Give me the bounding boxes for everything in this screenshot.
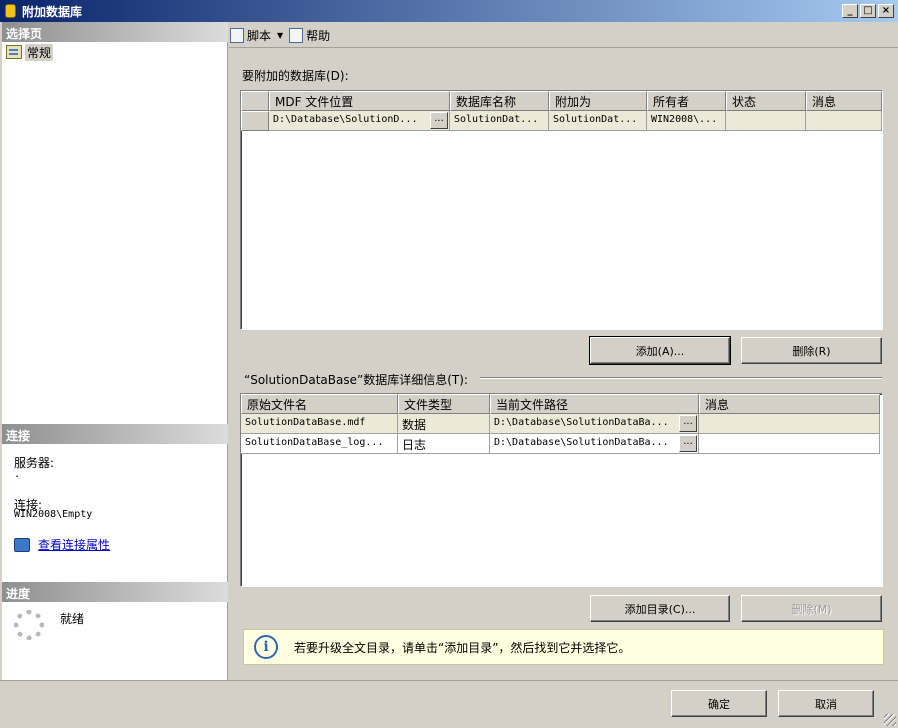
select-page-header: 选择页 [2,22,228,42]
properties-page-icon [6,45,22,59]
current-path-cell[interactable]: D:\Database\SolutionDataBa... ... [490,414,699,434]
table-row[interactable]: SolutionDataBase.mdf 数据 D:\Database\Solu… [241,414,880,434]
script-icon [230,27,244,43]
column-header[interactable]: 数据库名称 [450,91,549,111]
column-header[interactable]: 文件类型 [398,394,490,414]
message-cell [806,111,882,131]
table-row[interactable]: D:\Database\SolutionD... ... SolutionDat… [241,111,882,131]
mdf-location-value: D:\Database\SolutionD... [273,114,418,125]
status-cell [726,111,806,131]
page-item-label: 常规 [25,43,54,61]
close-button[interactable]: × [878,4,894,18]
progress-header: 进度 [2,582,228,602]
ok-button[interactable]: 确定 [671,690,767,717]
column-header[interactable]: 附加为 [549,91,647,111]
script-button[interactable]: 脚本 ▼ [230,27,283,44]
view-connection-link[interactable]: 查看连接属性 [38,536,110,553]
server-value: . [14,469,21,480]
window-title: 附加数据库 [22,5,83,19]
info-bar: i 若要升级全文目录，请单击“添加目录”，然后找到它并选择它。 [243,629,884,665]
attach-caption: 要附加的数据库(D): [242,69,349,83]
owner-cell[interactable]: WIN2008\... [647,111,726,131]
attach-grid-header: MDF 文件位置 数据库名称 附加为 所有者 状态 消息 [241,91,882,111]
left-panel: 选择页 常规 连接 服务器: . 连接: WIN2008\Empty 查看连接属… [2,22,228,680]
connection-header: 连接 [2,424,228,444]
original-filename-cell[interactable]: SolutionDataBase_log... [241,434,398,454]
column-header[interactable]: 当前文件路径 [490,394,699,414]
original-filename-cell[interactable]: SolutionDataBase.mdf [241,414,398,434]
db-name-cell[interactable]: SolutionDat... [450,111,549,131]
current-path-cell[interactable]: D:\Database\SolutionDataBa... ... [490,434,699,454]
row-selector[interactable] [241,111,269,131]
help-icon [289,27,304,43]
info-message: 若要升级全文目录，请单击“添加目录”，然后找到它并选择它。 [294,640,631,655]
script-label: 脚本 [247,28,272,43]
view-connection-properties[interactable]: 查看连接属性 [14,536,110,553]
attach-as-cell[interactable]: SolutionDat... [549,111,647,131]
cancel-button[interactable]: 取消 [778,690,874,717]
column-header[interactable]: MDF 文件位置 [269,91,450,111]
browse-button[interactable]: ... [679,435,697,452]
toolbar: 脚本 ▼ 帮助 [230,25,336,45]
add-database-button[interactable]: 添加(A)... [589,336,731,365]
title-bar: 附加数据库 _ □ × [0,0,898,22]
details-grid-header: 原始文件名 文件类型 当前文件路径 消息 [241,394,880,414]
help-label: 帮助 [306,28,331,43]
dropdown-arrow-icon[interactable]: ▼ [277,31,283,40]
current-path-value: D:\Database\SolutionDataBa... [494,437,669,448]
remove-database-button[interactable]: 删除(R) [741,337,882,364]
row-header-corner [241,91,269,111]
current-path-value: D:\Database\SolutionDataBa... [494,417,669,428]
progress-spinner-icon [14,610,44,640]
browse-button[interactable]: ... [430,112,448,129]
toolbar-divider [229,47,898,48]
column-header[interactable]: 消息 [806,91,882,111]
column-header[interactable]: 原始文件名 [241,394,398,414]
column-header[interactable]: 状态 [726,91,806,111]
file-type-cell[interactable]: 数据 [398,414,490,434]
connection-properties-icon [14,537,30,552]
info-icon: i [254,635,278,659]
details-group-line [480,377,882,379]
column-header[interactable]: 消息 [699,394,880,414]
page-item-general[interactable]: 常规 [6,43,54,61]
resize-grip-icon[interactable] [884,714,896,726]
details-grid[interactable]: 原始文件名 文件类型 当前文件路径 消息 SolutionDataBase.md… [240,393,883,587]
column-header[interactable]: 所有者 [647,91,726,111]
remove-file-button: 删除(M) [741,595,882,622]
attach-grid[interactable]: MDF 文件位置 数据库名称 附加为 所有者 状态 消息 D:\Database… [240,90,883,330]
help-button[interactable]: 帮助 [289,27,330,44]
file-type-cell[interactable]: 日志 [398,434,490,454]
browse-button[interactable]: ... [679,415,697,432]
message-cell [699,414,880,434]
add-catalog-button[interactable]: 添加目录(C)... [590,595,730,622]
mdf-location-cell[interactable]: D:\Database\SolutionD... ... [269,111,450,131]
minimize-button[interactable]: _ [842,4,858,18]
connection-value: WIN2008\Empty [14,509,93,520]
details-caption: “SolutionDataBase”数据库详细信息(T): [244,373,468,387]
maximize-button[interactable]: □ [860,4,876,18]
footer-bar: 确定 取消 [0,680,898,728]
table-row[interactable]: SolutionDataBase_log... 日志 D:\Database\S… [241,434,880,454]
database-icon [5,4,16,18]
progress-status: 就绪 [60,612,85,626]
message-cell [699,434,880,454]
